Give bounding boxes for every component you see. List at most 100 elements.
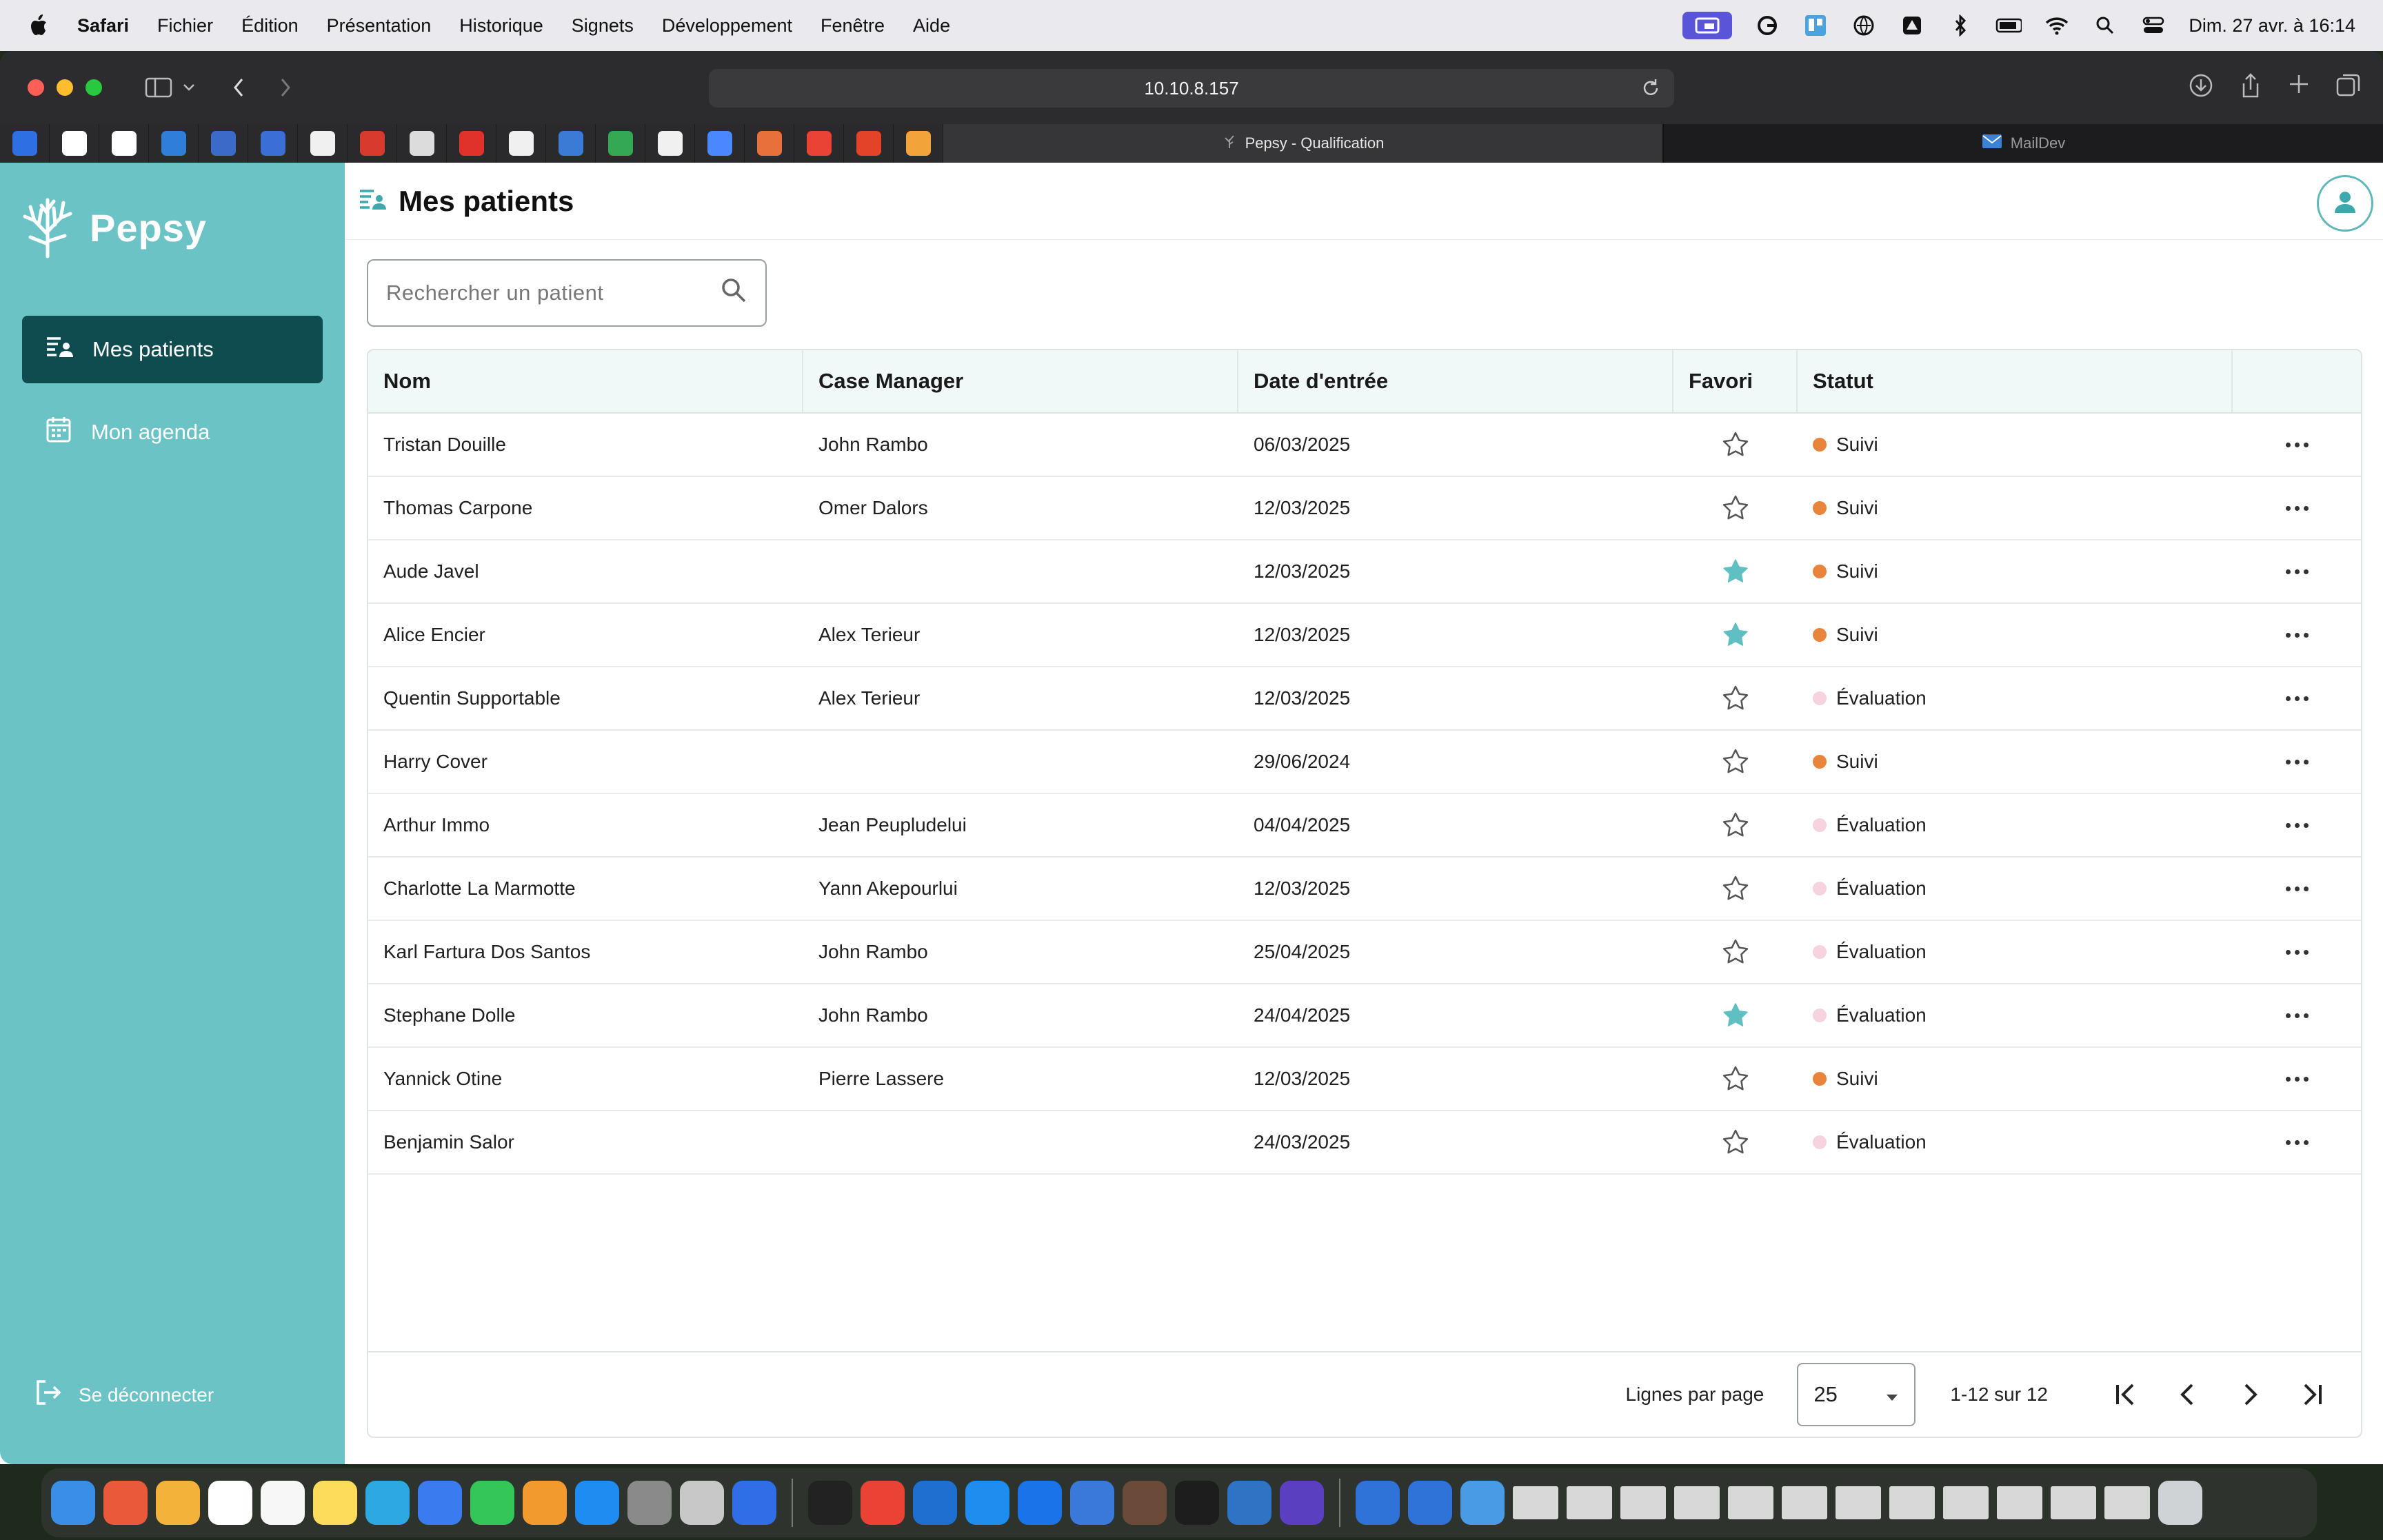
dock-app-icon[interactable]	[365, 1481, 410, 1525]
favorite-site-icon[interactable]	[447, 124, 496, 163]
star-filled-icon[interactable]	[1722, 621, 1749, 649]
table-row[interactable]: Harry Cover 29/06/2024 Suivi	[368, 731, 2361, 794]
drive-icon[interactable]	[1899, 12, 1925, 39]
tab-maildev[interactable]: MailDev	[1662, 124, 2383, 163]
patient-search-input[interactable]: Rechercher un patient	[367, 259, 767, 327]
more-actions-icon[interactable]	[2285, 822, 2309, 828]
close-window-button[interactable]	[28, 79, 44, 96]
star-outline-icon[interactable]	[1722, 811, 1749, 839]
menu-historique[interactable]: Historique	[459, 15, 543, 37]
dock-window-thumbnail[interactable]	[1620, 1486, 1666, 1519]
share-icon[interactable]	[2238, 72, 2263, 103]
dock-app-icon[interactable]	[861, 1481, 905, 1525]
dock-app-icon[interactable]	[1123, 1481, 1167, 1525]
favorite-site-icon[interactable]	[645, 124, 695, 163]
menu-app-name[interactable]: Safari	[77, 15, 129, 37]
dock-app-icon[interactable]	[1460, 1481, 1505, 1525]
reload-icon[interactable]	[1640, 77, 1662, 104]
favorite-site-icon[interactable]	[248, 124, 298, 163]
screen-mirroring-icon[interactable]	[1682, 12, 1733, 39]
rows-per-page-select[interactable]: 25	[1797, 1363, 1916, 1426]
table-row[interactable]: Benjamin Salor 24/03/2025 Évaluation	[368, 1111, 2361, 1175]
menu-signets[interactable]: Signets	[572, 15, 634, 37]
trash-icon[interactable]	[2158, 1481, 2202, 1525]
column-header-nom[interactable]: Nom	[368, 350, 803, 412]
more-actions-icon[interactable]	[2285, 886, 2309, 891]
tab-overview-icon[interactable]	[2335, 72, 2362, 103]
favorite-site-icon[interactable]	[894, 124, 943, 163]
more-actions-icon[interactable]	[2285, 442, 2309, 447]
search-icon[interactable]	[720, 276, 747, 310]
last-page-button[interactable]	[2288, 1370, 2336, 1419]
dock-app-icon[interactable]	[1408, 1481, 1452, 1525]
logout-button[interactable]: Se déconnecter	[34, 1379, 214, 1411]
dock-window-thumbnail[interactable]	[1782, 1486, 1827, 1519]
dock-window-thumbnail[interactable]	[1943, 1486, 1989, 1519]
battery-icon[interactable]	[1995, 12, 2022, 39]
favorite-site-icon[interactable]	[496, 124, 546, 163]
dock-window-thumbnail[interactable]	[1567, 1486, 1612, 1519]
dock-app-icon[interactable]	[808, 1481, 852, 1525]
dock-app-icon[interactable]	[575, 1481, 619, 1525]
dock-app-icon[interactable]	[261, 1481, 305, 1525]
new-tab-icon[interactable]	[2286, 72, 2311, 103]
dock-app-icon[interactable]	[103, 1481, 148, 1525]
trello-icon[interactable]	[1802, 12, 1829, 39]
vpn-icon[interactable]	[1851, 12, 1877, 39]
favorite-site-icon[interactable]	[546, 124, 596, 163]
more-actions-icon[interactable]	[2285, 569, 2309, 574]
dock-app-icon[interactable]	[523, 1481, 567, 1525]
more-actions-icon[interactable]	[2285, 1076, 2309, 1082]
more-actions-icon[interactable]	[2285, 1139, 2309, 1145]
first-page-button[interactable]	[2102, 1370, 2150, 1419]
downloads-icon[interactable]	[2187, 72, 2215, 103]
dock-app-icon[interactable]	[1175, 1481, 1219, 1525]
sidebar-toggle-icon[interactable]	[143, 72, 174, 103]
dock-window-thumbnail[interactable]	[2051, 1486, 2096, 1519]
nav-mes-patients[interactable]: Mes patients	[22, 316, 323, 383]
table-row[interactable]: Stephane Dolle John Rambo 24/04/2025 Évalua…	[368, 984, 2361, 1048]
spotlight-search-icon[interactable]	[2092, 12, 2118, 39]
table-row[interactable]: Tristan Douille John Rambo 06/03/2025 Suivi	[368, 414, 2361, 477]
zoom-window-button[interactable]	[86, 79, 102, 96]
favorite-site-icon[interactable]	[50, 124, 99, 163]
dock-app-icon[interactable]	[156, 1481, 200, 1525]
star-outline-icon[interactable]	[1722, 494, 1749, 522]
column-header-case-manager[interactable]: Case Manager	[803, 350, 1238, 412]
star-filled-icon[interactable]	[1722, 1002, 1749, 1029]
wifi-icon[interactable]	[2044, 12, 2070, 39]
table-row[interactable]: Arthur Immo Jean Peupludelui 04/04/2025 Éva…	[368, 794, 2361, 858]
menu-fenetre[interactable]: Fenêtre	[821, 15, 885, 37]
next-page-button[interactable]	[2226, 1370, 2274, 1419]
tab-pepsy[interactable]: Pepsy - Qualification	[943, 124, 1662, 163]
table-row[interactable]: Karl Fartura Dos Santos John Rambo 25/04/2…	[368, 921, 2361, 984]
dock-window-thumbnail[interactable]	[1674, 1486, 1720, 1519]
dock-app-icon[interactable]	[51, 1481, 95, 1525]
more-actions-icon[interactable]	[2285, 696, 2309, 701]
menubar-clock[interactable]: Dim. 27 avr. à 16:14	[2189, 15, 2355, 37]
dock-app-icon[interactable]	[418, 1481, 462, 1525]
menu-developpement[interactable]: Développement	[662, 15, 792, 37]
control-center-icon[interactable]	[2140, 12, 2166, 39]
grammarly-icon[interactable]	[1754, 12, 1780, 39]
table-row[interactable]: Yannick Otine Pierre Lassere 12/03/2025 Sui…	[368, 1048, 2361, 1111]
table-row[interactable]: Thomas Carpone Omer Dalors 12/03/2025 Suivi	[368, 477, 2361, 540]
favorite-site-icon[interactable]	[596, 124, 645, 163]
star-outline-icon[interactable]	[1722, 1065, 1749, 1093]
more-actions-icon[interactable]	[2285, 949, 2309, 955]
table-row[interactable]: Aude Javel 12/03/2025 Suivi	[368, 540, 2361, 604]
star-outline-icon[interactable]	[1722, 685, 1749, 712]
apple-menu-icon[interactable]	[28, 14, 48, 37]
dock-app-icon[interactable]	[313, 1481, 357, 1525]
dock-app-icon[interactable]	[1280, 1481, 1324, 1525]
column-header-date-entree[interactable]: Date d'entrée	[1238, 350, 1673, 412]
minimize-window-button[interactable]	[57, 79, 73, 96]
more-actions-icon[interactable]	[2285, 505, 2309, 511]
favorite-site-icon[interactable]	[0, 124, 50, 163]
dock-app-icon[interactable]	[680, 1481, 724, 1525]
favorite-site-icon[interactable]	[695, 124, 745, 163]
chevron-down-icon[interactable]	[174, 72, 204, 103]
user-avatar-button[interactable]	[2317, 175, 2373, 232]
address-bar[interactable]: 10.10.8.157	[709, 69, 1674, 108]
star-outline-icon[interactable]	[1722, 748, 1749, 776]
